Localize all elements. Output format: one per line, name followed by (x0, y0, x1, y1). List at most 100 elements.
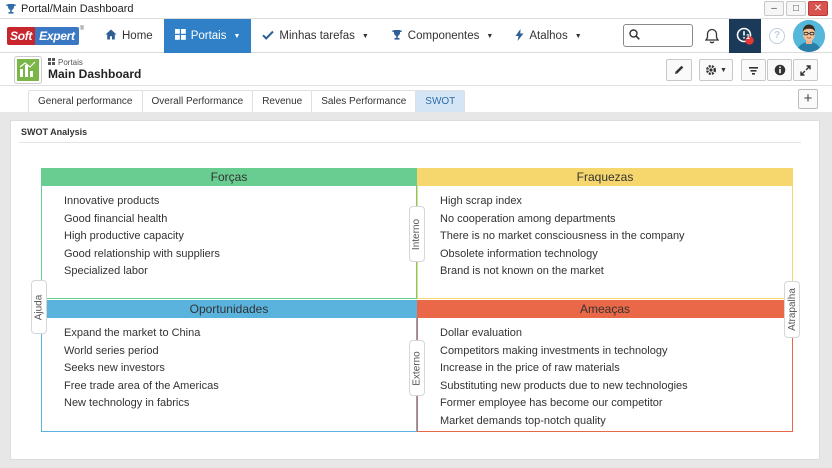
fullscreen-button[interactable] (793, 59, 818, 81)
swot-strengths: Forças Innovative products Good financia… (41, 168, 417, 299)
pencil-icon (675, 65, 684, 74)
list-item: Brand is not known on the market (440, 265, 604, 278)
top-navbar: Soft Expert ® Home Portais ▼ Minhas tarefa… (0, 19, 832, 53)
tabs-bar: General performance Overall Performance … (0, 86, 832, 112)
list-item: World series period (64, 344, 159, 357)
list-item: Innovative products (64, 195, 160, 207)
close-button[interactable]: ✕ (808, 1, 828, 16)
trophy-icon (4, 2, 18, 16)
tab-overall-performance[interactable]: Overall Performance (141, 90, 254, 112)
nav-item-portais[interactable]: Portais ▼ (163, 19, 252, 53)
window-titlebar: Portal/Main Dashboard – □ ✕ (0, 0, 832, 19)
list-item: Dollar evaluation (440, 327, 522, 339)
opportunities-list: Expand the market to China World series … (64, 325, 219, 413)
list-item: Specialized labor (64, 265, 148, 278)
nav-item-home[interactable]: Home (94, 19, 164, 53)
tab-sales-performance[interactable]: Sales Performance (311, 90, 417, 112)
nav-item-minhas-tarefas[interactable]: Minhas tarefas ▼ (251, 19, 379, 53)
list-item: Good relationship with suppliers (64, 247, 220, 260)
threats-title: Ameaças (418, 301, 792, 318)
softexpert-logo[interactable]: Soft Expert ® (7, 26, 84, 46)
strengths-title: Forças (42, 169, 416, 186)
panel-title: SWOT Analysis (21, 127, 88, 137)
window-title: Portal/Main Dashboard (21, 3, 134, 15)
opportunities-title: Oportunidades (42, 301, 416, 318)
nav-item-label: Home (122, 30, 153, 42)
swot-threats: Ameaças Dollar evaluation Competitors ma… (417, 300, 793, 432)
tab-swot[interactable]: SWOT (415, 90, 466, 112)
bolt-icon (515, 28, 524, 44)
chevron-down-icon: ▼ (361, 32, 369, 40)
alert-clock-icon (736, 27, 754, 45)
strengths-list: Innovative products Good financial healt… (64, 193, 220, 281)
axis-label-atrapalha: Atrapalha (784, 281, 800, 338)
threats-list: Dollar evaluation Competitors making inv… (440, 325, 688, 431)
list-item: Increase in the price of raw materials (440, 362, 620, 375)
grid-icon (174, 29, 186, 43)
list-item: New technology in fabrics (64, 397, 190, 410)
swot-opportunities: Oportunidades Expand the market to China… (41, 300, 417, 432)
user-avatar[interactable] (793, 20, 825, 52)
filter-icon (749, 66, 758, 75)
chevron-down-icon: ▼ (720, 66, 727, 74)
breadcrumb[interactable]: Portais (48, 58, 83, 67)
dashboard-icon (15, 57, 41, 83)
minimize-button[interactable]: – (764, 1, 784, 16)
content-area: SWOT Analysis Forças Innovative products… (0, 112, 832, 468)
info-button[interactable] (767, 59, 792, 81)
list-item: Competitors making investments in techno… (440, 344, 668, 357)
axis-label-ajuda: Ajuda (31, 280, 47, 334)
page-header: Portais Main Dashboard ▼ (0, 53, 832, 86)
nav-item-atalhos[interactable]: Atalhos ▼ (504, 19, 592, 53)
axis-label-externo: Externo (409, 340, 425, 396)
breadcrumb-label: Portais (58, 58, 83, 67)
alerts-button[interactable]: 1 (729, 19, 761, 53)
list-item: Free trade area of the Americas (64, 379, 219, 392)
check-icon (262, 30, 275, 43)
edit-button[interactable] (666, 59, 692, 81)
swot-panel: SWOT Analysis Forças Innovative products… (10, 120, 820, 460)
page-title: Main Dashboard (48, 67, 142, 81)
chevron-down-icon: ▼ (574, 32, 582, 40)
search-input[interactable] (623, 24, 693, 47)
list-item: Substituting new products due to new tec… (440, 379, 688, 392)
add-tab-button[interactable]: + (798, 89, 818, 109)
panel-divider (19, 142, 801, 143)
portal-icon (48, 58, 55, 67)
weaknesses-list: High scrap index No cooperation among de… (440, 193, 685, 281)
settings-button[interactable]: ▼ (699, 59, 733, 81)
list-item: Seeks new investors (64, 362, 165, 375)
list-item: Good financial health (64, 212, 168, 225)
expand-icon (800, 64, 811, 76)
filter-button[interactable] (741, 59, 766, 81)
home-icon (105, 29, 117, 43)
nav-item-componentes[interactable]: Componentes ▼ (380, 19, 505, 53)
list-item: High scrap index (440, 195, 522, 207)
weaknesses-title: Fraquezas (418, 169, 792, 186)
trophy-icon (391, 29, 403, 44)
help-icon[interactable]: ? (769, 28, 785, 44)
chevron-down-icon: ▼ (486, 32, 494, 40)
axis-label-interno: Interno (409, 206, 425, 262)
nav-item-label: Atalhos (529, 30, 568, 42)
list-item: There is no market consciousness in the … (440, 230, 685, 243)
gear-icon (706, 65, 717, 75)
list-item: Expand the market to China (64, 327, 201, 339)
nav-item-label: Componentes (407, 30, 480, 42)
list-item: No cooperation among departments (440, 212, 616, 225)
list-item: Market demands top-notch quality (440, 414, 606, 427)
list-item: High productive capacity (64, 230, 184, 243)
list-item: Obsolete information technology (440, 247, 598, 260)
maximize-button[interactable]: □ (786, 1, 806, 16)
search-icon (629, 28, 640, 43)
list-item: Former employee has become our competito… (440, 397, 663, 410)
alert-count-badge: 1 (746, 34, 750, 41)
nav-item-label: Portais (190, 30, 227, 42)
notifications-bell-icon[interactable] (703, 27, 721, 45)
nav-item-label: Minhas tarefas (279, 30, 355, 42)
tab-general-performance[interactable]: General performance (28, 90, 143, 112)
info-icon (774, 64, 785, 76)
swot-weaknesses: Fraquezas High scrap index No cooperatio… (417, 168, 793, 299)
chevron-down-icon: ▼ (233, 32, 241, 40)
tab-revenue[interactable]: Revenue (252, 90, 313, 112)
